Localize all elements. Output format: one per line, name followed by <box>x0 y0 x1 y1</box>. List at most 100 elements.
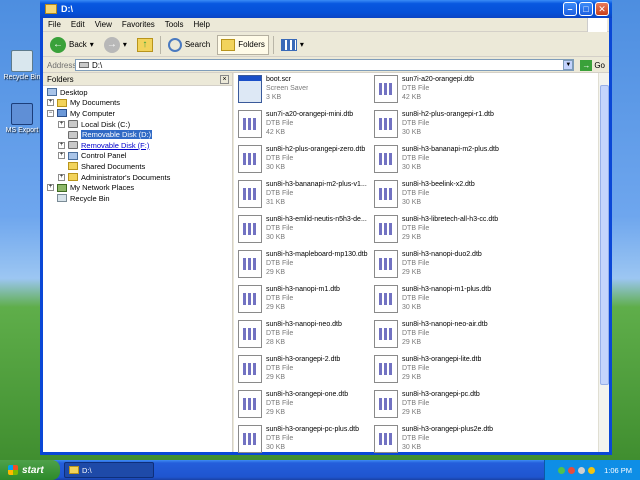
file-type: DTB File <box>266 120 294 127</box>
scrollbar-thumb[interactable] <box>600 85 609 385</box>
collapse-icon[interactable]: − <box>47 109 54 117</box>
expand-icon[interactable]: + <box>58 141 65 149</box>
maximize-button[interactable]: □ <box>579 2 593 16</box>
file-item[interactable]: sun7i-a20-orangepi.dtb DTB File 42 KB <box>374 75 506 109</box>
desktop-icon-ms-export[interactable]: MS Export <box>0 103 44 134</box>
dtb-file-icon <box>374 215 398 243</box>
dtb-file-icon <box>238 180 262 208</box>
views-button[interactable]: ▾ <box>278 35 307 55</box>
up-button[interactable]: ↑ <box>134 35 156 55</box>
file-name: sun8i-h3-nanopi-m1-plus.dtb <box>402 286 492 293</box>
file-item[interactable]: sun8i-h3-nanopi-neo-air.dtb DTB File 29 KB <box>374 320 506 354</box>
chevron-down-icon[interactable]: ▾ <box>123 40 127 49</box>
tree-item-control-panel[interactable]: + Control Panel <box>43 151 232 162</box>
file-item[interactable]: sun8i-h3-bananapi-m2-plus.dtb DTB File 30 … <box>374 145 506 179</box>
title-bar[interactable]: D:\ – □ ✕ <box>40 0 612 18</box>
file-item[interactable]: sun8i-h3-orangepi-pc.dtb DTB File 29 KB <box>374 390 506 424</box>
go-button[interactable]: → Go <box>576 59 609 71</box>
chevron-down-icon[interactable]: ▾ <box>300 40 304 49</box>
go-arrow-icon: → <box>580 59 593 71</box>
minimize-button[interactable]: – <box>563 2 577 16</box>
address-input[interactable]: D:\ ▼ <box>75 59 575 71</box>
forward-button[interactable]: → ▾ <box>101 35 130 55</box>
file-item[interactable]: boot.scr Screen Saver 3 KB <box>238 75 370 109</box>
file-type: DTB File <box>402 260 430 267</box>
file-item[interactable]: sun8i-h3-nanopi-m1-plus.dtb DTB File 30 KB <box>374 285 506 319</box>
expand-icon[interactable]: + <box>47 99 54 107</box>
tree-item-shared-documents[interactable]: Shared Documents <box>43 161 232 172</box>
close-button[interactable]: ✕ <box>595 2 609 16</box>
volume-tray-icon[interactable] <box>578 466 586 474</box>
recycle-bin-icon <box>11 50 33 72</box>
folder-icon <box>57 98 67 107</box>
file-item[interactable]: sun8i-h2-plus-orangepi-zero.dtb DTB File 3… <box>238 145 370 179</box>
dtb-file-icon <box>238 425 262 453</box>
menu-view[interactable]: View <box>90 20 117 29</box>
close-pane-button[interactable]: × <box>220 74 229 84</box>
tree-item-local-disk-c[interactable]: + Local Disk (C:) <box>43 119 232 130</box>
security-tray-icon[interactable] <box>568 466 576 474</box>
file-item[interactable]: sun8i-h3-orangepi-2.dtb DTB File 29 KB <box>238 355 370 389</box>
file-item[interactable]: sun7i-a20-orangepi-mini.dtb DTB File 42 KB <box>238 110 370 144</box>
back-arrow-icon: ← <box>50 36 66 53</box>
tree-item-my-network-places[interactable]: + My Network Places <box>43 182 232 193</box>
file-item[interactable]: sun8i-h3-orangepi-plus2e.dtb DTB File 30 K… <box>374 425 506 459</box>
tree-item-removable-disk-f[interactable]: + Removable Disk (F:) <box>43 140 232 151</box>
menu-file[interactable]: File <box>43 20 66 29</box>
menu-tools[interactable]: Tools <box>160 20 189 29</box>
tree-item-my-documents[interactable]: + My Documents <box>43 98 232 109</box>
clock[interactable]: 1:06 PM <box>604 466 632 475</box>
search-button[interactable]: Search <box>165 35 213 55</box>
file-type: DTB File <box>402 400 430 407</box>
tree-spacer <box>47 194 54 202</box>
file-item[interactable]: sun8i-h3-bananapi-m2-plus-v1... DTB File 3… <box>238 180 370 214</box>
file-size: 29 KB <box>266 304 286 311</box>
file-type: DTB File <box>402 330 430 337</box>
file-size: 30 KB <box>402 304 422 311</box>
file-item[interactable]: sun8i-h3-nanopi-neo.dtb DTB File 28 KB <box>238 320 370 354</box>
dtb-file-icon <box>238 355 262 383</box>
vertical-scrollbar[interactable] <box>598 73 609 452</box>
expand-icon[interactable]: + <box>58 120 65 128</box>
network-tray-icon[interactable] <box>558 466 566 474</box>
tree-item-label: Desktop <box>60 87 88 97</box>
menu-edit[interactable]: Edit <box>66 20 90 29</box>
back-button[interactable]: ← Back ▾ <box>47 35 97 55</box>
dtb-file-icon <box>374 250 398 278</box>
file-item[interactable]: sun8i-h3-emlid-neutis-n5h3-de... DTB File… <box>238 215 370 249</box>
tree-item-my-computer[interactable]: − My Computer <box>43 108 232 119</box>
folder-up-icon: ↑ <box>136 37 153 52</box>
start-button[interactable]: start <box>0 460 60 480</box>
tree-item-desktop[interactable]: Desktop <box>43 87 232 98</box>
address-dropdown-button[interactable]: ▼ <box>563 60 574 70</box>
menu-help[interactable]: Help <box>188 20 214 29</box>
file-item[interactable]: sun8i-h3-beelink-x2.dtb DTB File 30 KB <box>374 180 506 214</box>
expand-icon[interactable]: + <box>58 173 65 181</box>
file-item[interactable]: sun8i-h3-nanopi-m1.dtb DTB File 29 KB <box>238 285 370 319</box>
file-item[interactable]: sun8i-h3-orangepi-one.dtb DTB File 29 KB <box>238 390 370 424</box>
explorer-window: D:\ – □ ✕ File Edit View Favorites Tools… <box>40 0 612 455</box>
tree-item-recycle-bin[interactable]: Recycle Bin <box>43 193 232 204</box>
file-type: DTB File <box>266 260 294 267</box>
network-icon <box>57 183 67 192</box>
file-item[interactable]: sun8i-h3-orangepi-lite.dtb DTB File 29 KB <box>374 355 506 389</box>
tree-item-administrators-documents[interactable]: + Administrator's Documents <box>43 172 232 183</box>
file-item[interactable]: sun8i-h3-nanopi-duo2.dtb DTB File 29 KB <box>374 250 506 284</box>
tree-item-label: Control Panel <box>81 151 127 161</box>
chevron-down-icon[interactable]: ▾ <box>90 40 94 49</box>
folders-button[interactable]: Folders <box>217 34 269 55</box>
desktop-icon-recycle-bin[interactable]: Recycle Bin <box>0 50 44 81</box>
file-item[interactable]: sun8i-h3-mapleboard-mp130.dtb DTB File 29 … <box>238 250 370 284</box>
file-name: sun8i-h3-bananapi-m2-plus-v1... <box>266 181 367 188</box>
tree-item-removable-disk-d[interactable]: Removable Disk (D:) <box>43 129 232 140</box>
expand-icon[interactable]: + <box>58 152 65 160</box>
file-item[interactable]: sun8i-h3-libretech-all-h3-cc.dtb DTB File… <box>374 215 506 249</box>
menu-favorites[interactable]: Favorites <box>117 20 160 29</box>
file-item[interactable]: sun8i-h3-orangepi-pc-plus.dtb DTB File 30 … <box>238 425 370 459</box>
forward-arrow-icon: → <box>103 36 120 53</box>
expand-icon[interactable]: + <box>47 184 54 192</box>
update-tray-icon[interactable] <box>588 466 596 474</box>
file-name: sun8i-h3-orangepi-lite.dtb <box>402 356 482 363</box>
file-item[interactable]: sun8i-h2-plus-orangepi-r1.dtb DTB File 30 … <box>374 110 506 144</box>
taskbar-button-explorer[interactable]: D:\ <box>64 462 154 478</box>
